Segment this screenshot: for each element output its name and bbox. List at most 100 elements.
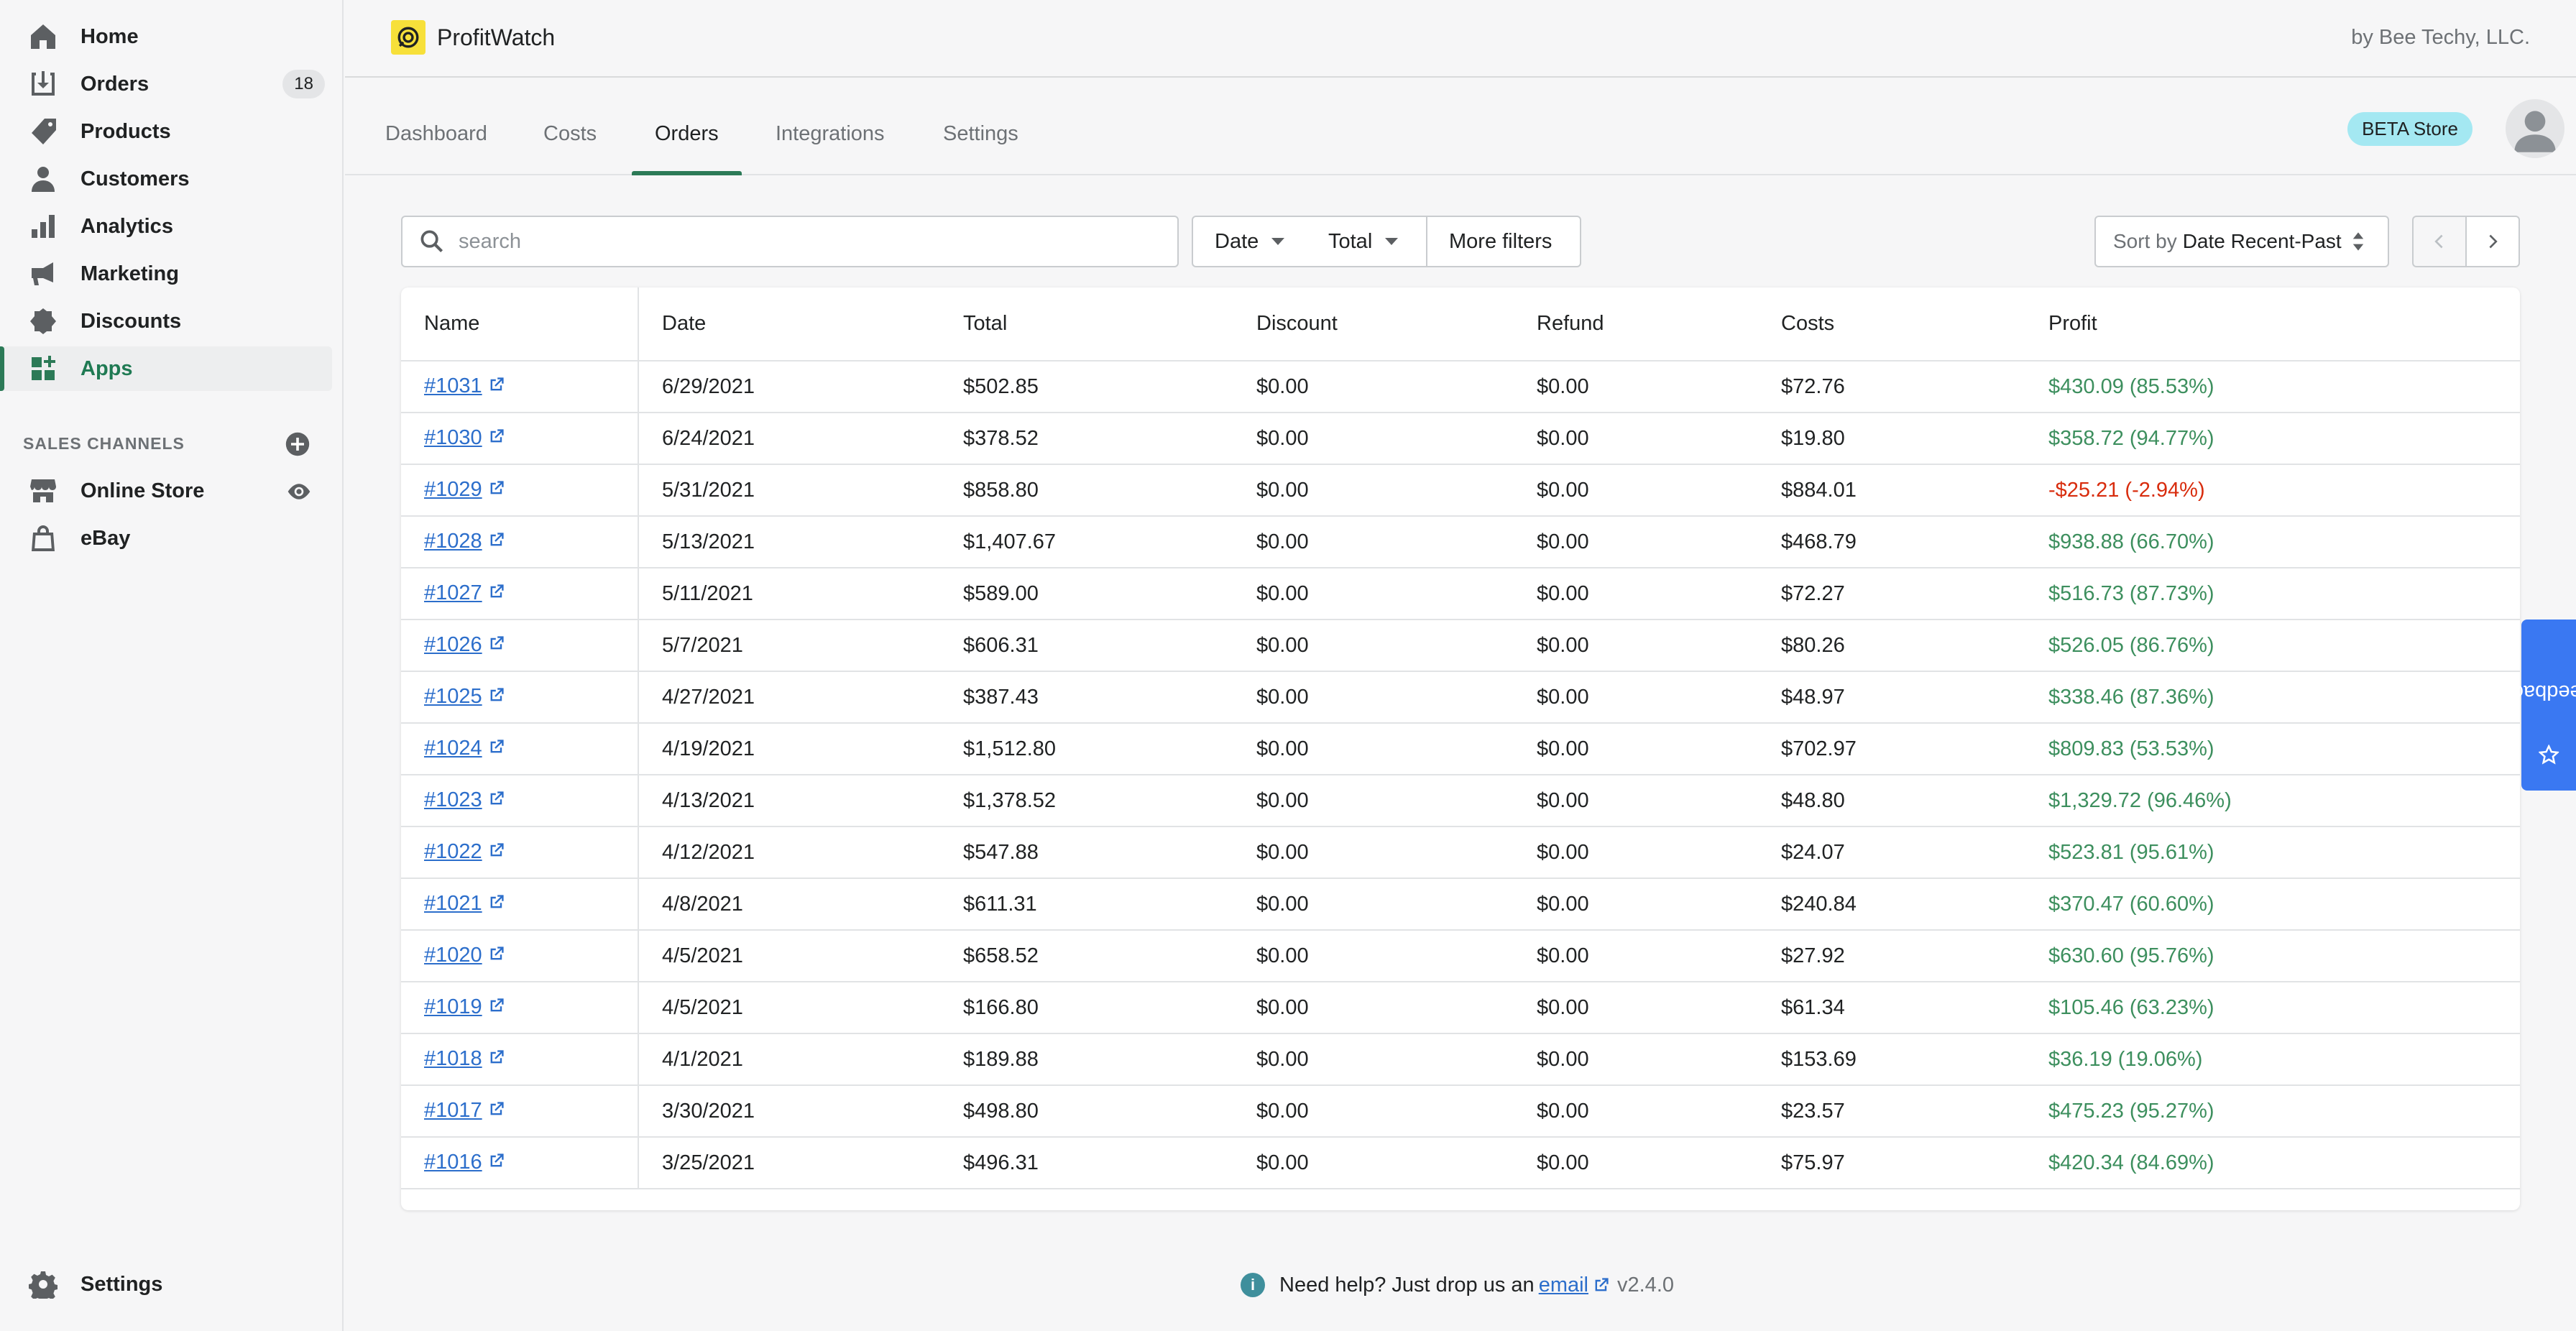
caret-down-icon xyxy=(1385,238,1399,245)
external-link-icon[interactable] xyxy=(488,737,505,761)
external-link-icon[interactable] xyxy=(488,479,505,502)
order-link[interactable]: #1024 xyxy=(424,737,482,760)
column-header-name[interactable]: Name xyxy=(401,287,639,361)
column-header-profit[interactable]: Profit xyxy=(2025,287,2520,361)
external-link-icon[interactable] xyxy=(488,634,505,658)
tab-dashboard[interactable]: Dashboard xyxy=(385,122,487,175)
sidebar-item-label: Products xyxy=(80,119,171,143)
cell-discount: $0.00 xyxy=(1233,361,1514,413)
sidebar-item-orders[interactable]: Orders 18 xyxy=(0,62,332,106)
table-row: #1021 4/8/2021 $611.31 $0.00 $0.00 $240.84 $37… xyxy=(401,878,2520,931)
sort-select[interactable]: Sort by Date Recent-Past xyxy=(2094,216,2389,267)
star-icon xyxy=(2539,744,2559,765)
order-link[interactable]: #1018 xyxy=(424,1047,482,1070)
external-link-icon[interactable] xyxy=(488,893,505,916)
tab-costs[interactable]: Costs xyxy=(543,122,597,175)
cell-name: #1024 xyxy=(401,723,639,775)
tab-settings[interactable]: Settings xyxy=(943,122,1018,175)
external-link-icon[interactable] xyxy=(488,375,505,399)
order-link[interactable]: #1025 xyxy=(424,685,482,708)
cell-discount: $0.00 xyxy=(1233,826,1514,879)
cell-costs: $23.57 xyxy=(1758,1085,2025,1138)
order-link[interactable]: #1029 xyxy=(424,478,482,501)
search-input[interactable] xyxy=(459,229,1163,254)
date-filter-button[interactable]: Date xyxy=(1192,216,1308,267)
order-link[interactable]: #1023 xyxy=(424,788,482,811)
eye-icon[interactable] xyxy=(286,479,312,505)
column-header-discount[interactable]: Discount xyxy=(1233,287,1514,361)
order-link[interactable]: #1019 xyxy=(424,995,482,1018)
sidebar-item-online-store[interactable]: Online Store xyxy=(0,469,332,513)
cell-costs: $48.97 xyxy=(1758,671,2025,724)
cell-date: 5/31/2021 xyxy=(638,464,940,517)
external-link-icon[interactable] xyxy=(488,530,505,554)
order-link[interactable]: #1026 xyxy=(424,633,482,656)
tab-integrations[interactable]: Integrations xyxy=(776,122,885,175)
next-page-button[interactable] xyxy=(2465,216,2520,267)
external-link-icon[interactable] xyxy=(488,1100,505,1123)
external-link-icon[interactable] xyxy=(488,1048,505,1072)
cell-total: $502.85 xyxy=(940,361,1233,413)
sidebar-item-label: Settings xyxy=(80,1272,163,1296)
sidebar-item-discounts[interactable]: Discounts xyxy=(0,299,332,344)
vendor-label: by Bee Techy, LLC. xyxy=(2351,26,2530,49)
order-link[interactable]: #1020 xyxy=(424,944,482,967)
sidebar-item-products[interactable]: Products xyxy=(0,109,332,154)
sidebar-item-settings[interactable]: Settings xyxy=(0,1262,332,1307)
cell-profit: -$25.21 (-2.94%) xyxy=(2025,464,2520,517)
column-header-refund[interactable]: Refund xyxy=(1514,287,1758,361)
external-link-icon[interactable] xyxy=(488,427,505,451)
order-link[interactable]: #1021 xyxy=(424,892,482,915)
external-link-icon[interactable] xyxy=(488,944,505,968)
avatar[interactable] xyxy=(2506,99,2564,158)
cell-discount: $0.00 xyxy=(1233,1137,1514,1189)
search-field[interactable] xyxy=(401,216,1179,267)
external-link-icon[interactable] xyxy=(488,686,505,709)
external-link-icon[interactable] xyxy=(488,789,505,813)
cell-date: 4/5/2021 xyxy=(638,930,940,982)
cell-date: 4/27/2021 xyxy=(638,671,940,724)
sidebar-item-marketing[interactable]: Marketing xyxy=(0,252,332,296)
more-filters-button[interactable]: More filters xyxy=(1426,216,1581,267)
sidebar-item-customers[interactable]: Customers xyxy=(0,157,332,201)
cell-name: #1025 xyxy=(401,671,639,724)
order-link[interactable]: #1016 xyxy=(424,1151,482,1174)
column-header-costs[interactable]: Costs xyxy=(1758,287,2025,361)
column-header-date[interactable]: Date xyxy=(638,287,940,361)
order-link[interactable]: #1031 xyxy=(424,374,482,397)
external-link-icon[interactable] xyxy=(488,1151,505,1175)
cell-date: 6/24/2021 xyxy=(638,413,940,465)
sidebar-item-ebay[interactable]: eBay xyxy=(0,516,332,561)
cell-discount: $0.00 xyxy=(1233,1033,1514,1086)
profitwatch-logo-icon xyxy=(391,20,426,55)
order-link[interactable]: #1030 xyxy=(424,426,482,449)
cell-discount: $0.00 xyxy=(1233,671,1514,724)
order-link[interactable]: #1017 xyxy=(424,1099,482,1122)
sidebar-item-label: Discounts xyxy=(80,309,182,333)
external-link-icon[interactable] xyxy=(488,841,505,865)
column-header-total[interactable]: Total xyxy=(940,287,1233,361)
cell-name: #1031 xyxy=(401,361,639,413)
tab-orders[interactable]: Orders xyxy=(632,122,742,175)
cell-costs: $75.97 xyxy=(1758,1137,2025,1189)
cell-costs: $19.80 xyxy=(1758,413,2025,465)
cell-costs: $153.69 xyxy=(1758,1033,2025,1086)
cell-discount: $0.00 xyxy=(1233,1085,1514,1138)
order-link[interactable]: #1022 xyxy=(424,840,482,863)
feedback-button[interactable]: Feedback xyxy=(2503,620,2576,791)
order-link[interactable]: #1027 xyxy=(424,581,482,604)
total-filter-label: Total xyxy=(1328,229,1373,253)
cell-costs: $884.01 xyxy=(1758,464,2025,517)
total-filter-button[interactable]: Total xyxy=(1307,216,1427,267)
sort-value: Date Recent-Past xyxy=(2182,230,2342,252)
external-link-icon[interactable] xyxy=(488,996,505,1020)
email-link[interactable]: email xyxy=(1539,1274,1588,1297)
add-channel-icon[interactable] xyxy=(285,431,310,457)
sidebar-item-analytics[interactable]: Analytics xyxy=(0,204,332,249)
sidebar-item-apps[interactable]: Apps xyxy=(0,346,332,391)
order-link[interactable]: #1028 xyxy=(424,530,482,553)
external-link-icon[interactable] xyxy=(488,582,505,606)
sidebar-item-label: Online Store xyxy=(80,479,205,502)
sidebar-item-home[interactable]: Home xyxy=(0,14,332,59)
previous-page-button[interactable] xyxy=(2412,216,2467,267)
